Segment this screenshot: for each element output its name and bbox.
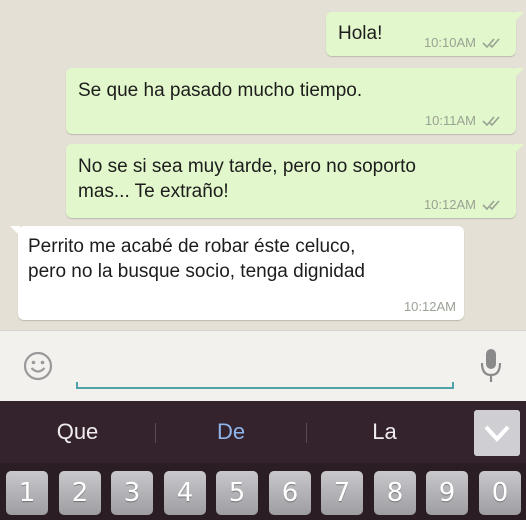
smiley-icon[interactable]: [22, 350, 54, 382]
key-9[interactable]: 9: [426, 471, 468, 515]
double-check-icon: [482, 115, 500, 126]
double-check-icon: [482, 37, 500, 48]
message-text: Hola!: [338, 23, 383, 44]
key-6[interactable]: 6: [269, 471, 311, 515]
suggestion-left[interactable]: Que: [0, 401, 155, 463]
message-bubble-outgoing[interactable]: Hola! 10:10AM: [326, 12, 524, 56]
message-meta: 10:10AM: [424, 35, 504, 50]
message-time: 10:10AM: [423, 35, 476, 50]
message-composer: [0, 330, 526, 401]
key-3[interactable]: 3: [111, 471, 153, 515]
message-bubble-incoming[interactable]: Perrito me acabé de robar éste celuco, p…: [10, 226, 464, 320]
key-8[interactable]: 8: [374, 471, 416, 515]
double-check-icon: [482, 199, 500, 210]
message-time: 10:12AM: [423, 197, 476, 212]
message-text: No se si sea muy tarde, pero no soporto …: [78, 156, 416, 202]
microphone-icon[interactable]: [478, 347, 504, 385]
key-5[interactable]: 5: [216, 471, 258, 515]
message-time: 10:11AM: [424, 113, 476, 128]
message-bubble-outgoing[interactable]: No se si sea muy tarde, pero no soporto …: [66, 144, 524, 218]
message-time: 10:12AM: [403, 299, 456, 314]
key-4[interactable]: 4: [164, 471, 206, 515]
message-input[interactable]: [76, 343, 454, 389]
key-2[interactable]: 2: [59, 471, 101, 515]
message-meta: 10:11AM: [425, 113, 504, 128]
keyboard-number-row: 1 2 3 4 5 6 7 8 9 0: [0, 463, 526, 520]
message-meta: 10:12AM: [404, 299, 456, 314]
message-meta: 10:12AM: [424, 197, 504, 212]
key-1[interactable]: 1: [6, 471, 48, 515]
key-7[interactable]: 7: [321, 471, 363, 515]
key-0[interactable]: 0: [479, 471, 521, 515]
message-text: Perrito me acabé de robar éste celuco, p…: [28, 236, 365, 282]
suggestion-center[interactable]: De: [156, 401, 306, 463]
keyboard-suggestion-bar: Que De La: [0, 401, 526, 463]
chat-area[interactable]: Hola! 10:10AM Se que ha pasado mucho tie…: [0, 0, 526, 330]
suggestion-right[interactable]: La: [307, 401, 462, 463]
message-bubble-outgoing[interactable]: Se que ha pasado mucho tiempo. 10:11AM: [66, 68, 524, 134]
message-text: Se que ha pasado mucho tiempo.: [78, 80, 363, 101]
chevron-down-icon[interactable]: [474, 410, 520, 456]
